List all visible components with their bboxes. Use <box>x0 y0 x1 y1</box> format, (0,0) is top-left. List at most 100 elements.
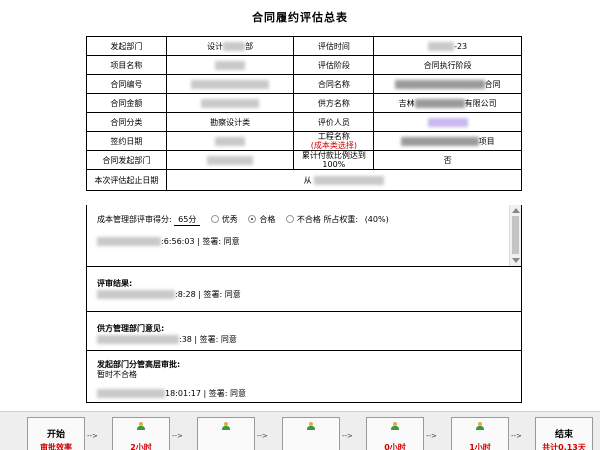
person-icon <box>307 422 315 430</box>
score-label: 成本管理部评审得分: <box>97 215 172 224</box>
end-sub: 共计0.13天 <box>542 443 586 450</box>
contract-info-table: 发起部门 设计部 评估时间 -23 项目名称 评估阶段 合同执行阶段 合同编号 … <box>86 36 523 191</box>
field-label: 合同名称 <box>293 74 375 94</box>
flow-arrow: --> <box>426 432 437 440</box>
flow-arrow: --> <box>257 432 268 440</box>
field-label: 工程名称 (成本类选择) <box>293 131 375 151</box>
field-value <box>165 150 295 170</box>
flow-arrow: --> <box>87 432 98 440</box>
table-row: 合同分类 勘察设计类 评价人员 <box>86 112 522 132</box>
scroll-up-icon[interactable] <box>512 208 520 213</box>
field-label: 评估时间 <box>293 36 375 56</box>
flow-step-node[interactable]: 1小时 <box>451 417 509 450</box>
field-value: 合同执行阶段 <box>373 55 522 75</box>
sign-text: | 签署: 同意 <box>194 335 237 344</box>
table-row: 合同金额 供方名称 吉林 有限公司 <box>86 93 522 113</box>
workflow-bar: 开始 审批效率 2小时 0小时 1小时 结束 共计0.13天 <box>0 411 600 450</box>
field-value: 项目 <box>373 131 522 151</box>
sign-record: :38 | 签署: 同意 <box>97 334 237 345</box>
vertical-scrollbar[interactable] <box>509 205 521 266</box>
sign-record: 18:01:17 | 签署: 同意 <box>97 388 246 399</box>
start-title: 开始 <box>46 430 65 440</box>
flow-arrow: --> <box>172 432 183 440</box>
section-title: 评审结果: <box>97 279 133 288</box>
person-icon <box>137 422 145 430</box>
sign-time: :6:56:03 <box>161 237 195 246</box>
divider <box>86 350 522 351</box>
weight-value: (40%) <box>364 215 389 224</box>
table-row: 发起部门 设计部 评估时间 -23 <box>86 36 522 56</box>
table-row: 合同编号 合同名称 合同 <box>86 74 522 94</box>
score-input[interactable]: 65分 <box>174 214 201 226</box>
divider <box>86 311 522 312</box>
table-row: 合同发起部门 累计付款比例达到100% 否 <box>86 150 522 170</box>
step-duration: 0小时 <box>384 443 406 450</box>
field-value: 合同 <box>373 74 522 94</box>
field-value: 从 <box>165 169 523 191</box>
scroll-down-icon[interactable] <box>512 258 520 263</box>
step-duration: 1小时 <box>469 443 491 450</box>
field-label: 签约日期 <box>86 131 167 151</box>
field-value <box>165 55 295 75</box>
radio-fail[interactable] <box>285 215 294 223</box>
field-hint: (成本类选择) <box>310 141 357 150</box>
field-label: 评价人员 <box>293 112 375 132</box>
section-title: 供方管理部门意见: <box>97 324 165 333</box>
field-value: 设计部 <box>165 36 295 56</box>
flow-step-node[interactable] <box>197 417 255 450</box>
end-title: 结束 <box>554 430 573 440</box>
field-value <box>165 74 295 94</box>
person-icon <box>476 422 484 430</box>
sign-text: | 签署: 同意 <box>197 237 240 246</box>
field-label: 合同编号 <box>86 74 167 94</box>
field-label: 合同发起部门 <box>86 150 167 170</box>
step-duration: 2小时 <box>130 443 152 450</box>
field-value: -23 <box>373 36 522 56</box>
approval-note: 暂时不合格 <box>97 370 137 379</box>
field-label: 评估阶段 <box>293 55 375 75</box>
sign-time: :38 <box>179 335 192 344</box>
person-icon <box>222 422 230 430</box>
field-label: 本次评估起止日期 <box>86 169 167 191</box>
field-value <box>373 112 522 132</box>
field-label: 项目名称 <box>86 55 167 75</box>
sign-text: | 签署: 同意 <box>198 290 241 299</box>
option-excellent-label: 优秀 <box>221 215 238 224</box>
field-label: 合同金额 <box>86 93 167 113</box>
field-value: 勘察设计类 <box>165 112 295 132</box>
flow-start-node[interactable]: 开始 审批效率 <box>27 417 85 450</box>
flow-end-node[interactable]: 结束 共计0.13天 <box>535 417 593 450</box>
field-label: 发起部门 <box>86 36 167 56</box>
start-sub: 审批效率 <box>40 443 72 450</box>
field-label: 累计付款比例达到100% <box>293 150 375 170</box>
field-label: 合同分类 <box>86 112 167 132</box>
field-value: 否 <box>373 150 522 170</box>
table-row: 签约日期 工程名称 (成本类选择) 项目 <box>86 131 522 151</box>
radio-pass[interactable] <box>248 215 257 223</box>
review-result-section: 评审结果: :8:28 | 签署: 同意 <box>86 267 522 315</box>
sign-time: :8:28 <box>175 290 196 299</box>
page-title: 合同履约评估总表 <box>252 11 348 24</box>
weight-label: 所占权重: <box>323 215 359 224</box>
score-row: 成本管理部评审得分: 65分 优秀 合格 不合格 所占权重: (40%) <box>97 214 389 226</box>
sign-time: 18:01:17 <box>165 389 201 398</box>
flow-step-node[interactable]: 0小时 <box>366 417 424 450</box>
field-value: 吉林 有限公司 <box>373 93 522 113</box>
flow-step-node[interactable] <box>282 417 340 450</box>
radio-excellent[interactable] <box>210 215 219 223</box>
executive-approval-section: 发起部门分管高层审批: 暂时不合格 18:01:17 | 签署: 同意 <box>86 353 522 403</box>
table-row: 本次评估起止日期 从 <box>86 169 523 191</box>
sign-record: :8:28 | 签署: 同意 <box>97 289 241 300</box>
person-icon <box>391 422 399 430</box>
flow-arrow: --> <box>511 432 522 440</box>
field-label: 供方名称 <box>293 93 375 113</box>
field-value <box>165 131 295 151</box>
supplier-opinion-section: 供方管理部门意见: :38 | 签署: 同意 <box>86 315 522 353</box>
field-value <box>165 93 295 113</box>
option-fail-label: 不合格 <box>296 215 321 224</box>
flow-step-node[interactable]: 2小时 <box>112 417 170 450</box>
option-pass-label: 合格 <box>259 215 276 224</box>
cost-review-section: 成本管理部评审得分: 65分 优秀 合格 不合格 所占权重: (40%) :6:… <box>86 205 522 267</box>
scroll-thumb[interactable] <box>512 216 519 254</box>
table-row: 项目名称 评估阶段 合同执行阶段 <box>86 55 522 75</box>
